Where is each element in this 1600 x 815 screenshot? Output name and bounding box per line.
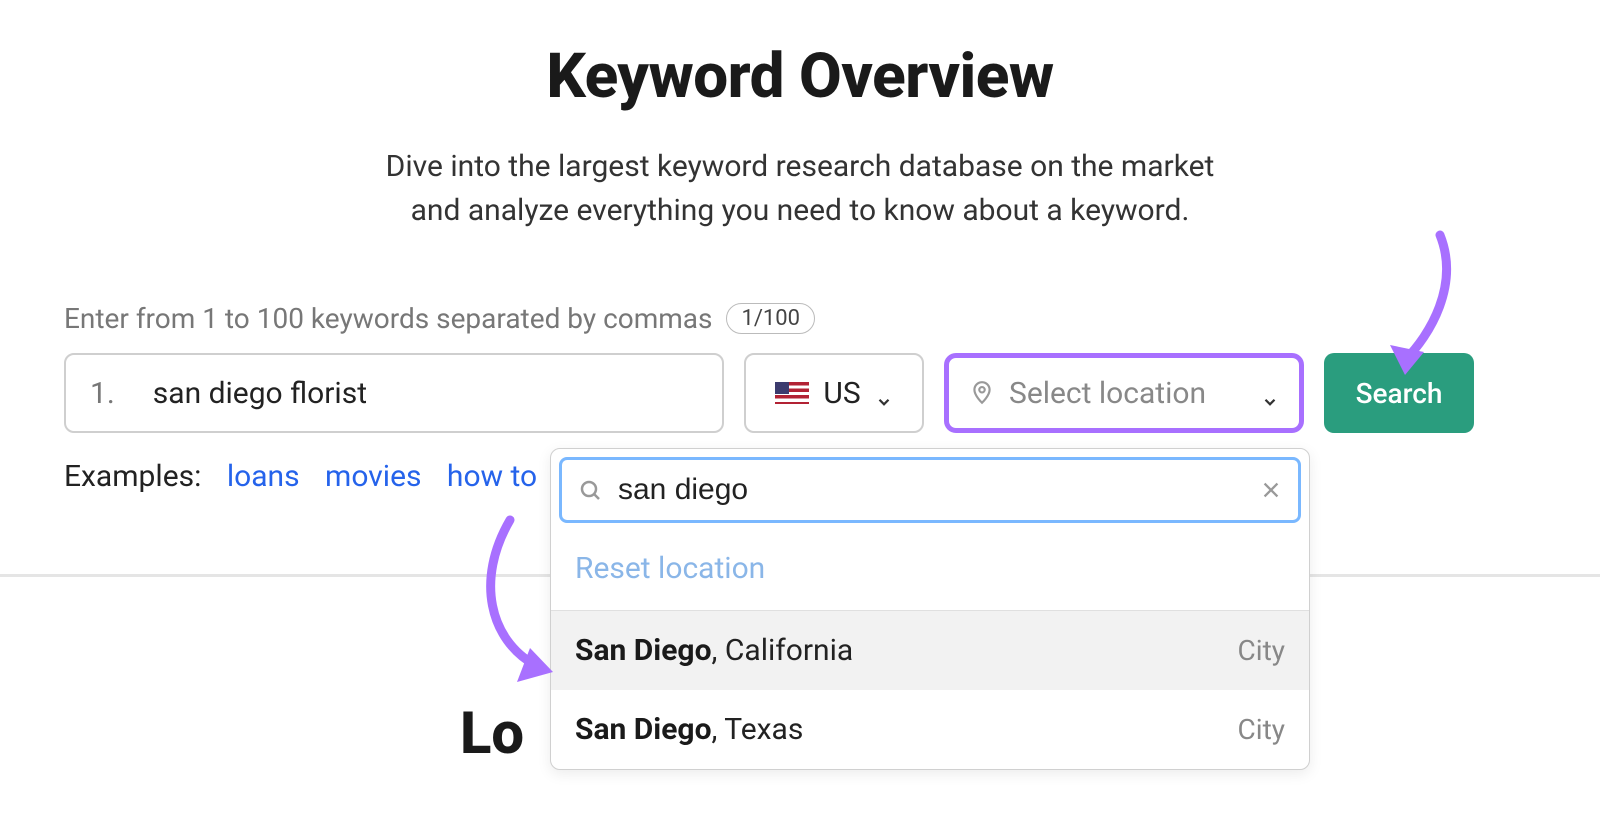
reset-location-link[interactable]: Reset location: [551, 531, 1309, 611]
example-link[interactable]: loans: [227, 459, 300, 494]
country-select[interactable]: US: [744, 353, 924, 433]
examples-label: Examples:: [64, 459, 201, 494]
page-subtitle: Dive into the largest keyword research d…: [0, 145, 1600, 232]
keyword-value: san diego florist: [153, 376, 367, 411]
location-search-field[interactable]: [618, 473, 1244, 507]
example-link[interactable]: movies: [325, 459, 421, 494]
keyword-index: 1.: [90, 376, 115, 411]
keyword-input[interactable]: 1. san diego florist: [64, 353, 724, 433]
chevron-down-icon: [1261, 384, 1279, 402]
helper-text: Enter from 1 to 100 keywords separated b…: [64, 302, 712, 335]
example-link[interactable]: how to: [447, 459, 537, 494]
search-icon: [578, 478, 602, 502]
location-placeholder: Select location: [1009, 376, 1247, 411]
location-select[interactable]: Select location: [944, 353, 1304, 433]
location-dropdown: Reset location San Diego, California Cit…: [550, 448, 1310, 770]
search-button[interactable]: Search: [1324, 353, 1474, 433]
location-pin-icon: [969, 380, 995, 406]
us-flag-icon: [775, 382, 809, 404]
location-result[interactable]: San Diego, California City: [551, 611, 1309, 690]
location-result[interactable]: San Diego, Texas City: [551, 690, 1309, 769]
clear-icon[interactable]: [1260, 479, 1282, 501]
keyword-counter: 1/100: [726, 303, 815, 334]
location-search-input[interactable]: [559, 457, 1301, 523]
page-title: Keyword Overview: [0, 40, 1600, 113]
chevron-down-icon: [875, 384, 893, 402]
country-label: US: [823, 376, 860, 411]
helper-row: Enter from 1 to 100 keywords separated b…: [64, 302, 1536, 335]
partial-heading: Lo: [460, 700, 524, 768]
